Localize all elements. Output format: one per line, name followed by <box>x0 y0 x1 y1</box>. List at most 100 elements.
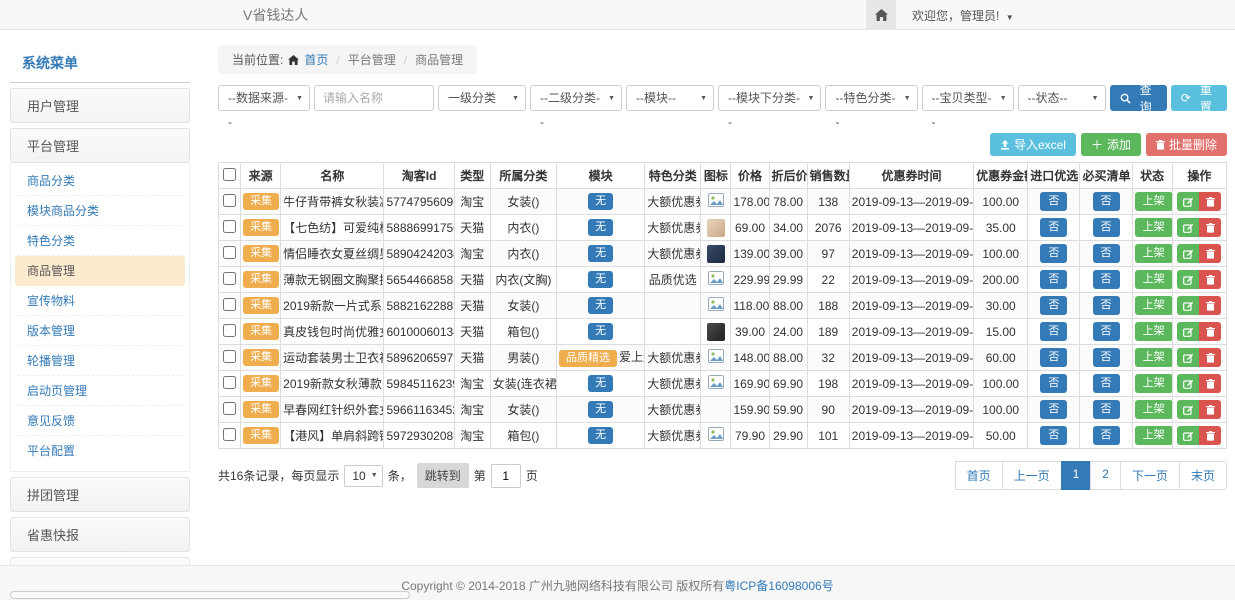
must-buy-toggle[interactable]: 否 <box>1093 426 1120 445</box>
row-checkbox[interactable] <box>223 194 236 207</box>
must-buy-toggle[interactable]: 否 <box>1093 348 1120 367</box>
sidebar-submenu-item[interactable]: 版本管理 <box>15 316 185 346</box>
status-button[interactable]: 上架 <box>1135 426 1173 445</box>
delete-button[interactable] <box>1199 244 1221 263</box>
edit-button[interactable] <box>1177 426 1199 445</box>
sidebar-menu-item[interactable]: 用户管理 <box>10 88 190 123</box>
edit-button[interactable] <box>1177 348 1199 367</box>
must-buy-toggle[interactable]: 否 <box>1093 244 1120 263</box>
delete-button[interactable] <box>1199 270 1221 289</box>
page-number-input[interactable] <box>491 464 521 488</box>
import-select-toggle[interactable]: 否 <box>1040 348 1067 367</box>
sidebar-submenu-item[interactable]: 宣传物料 <box>15 286 185 316</box>
filter-data-source-select[interactable]: --数据来源-- ▼ <box>218 85 310 111</box>
filter-select[interactable]: --模块下分类-- ▼ <box>718 85 821 111</box>
row-checkbox[interactable] <box>223 324 236 337</box>
select-all-checkbox[interactable] <box>223 168 236 181</box>
icp-link[interactable]: 粤ICP备16098006号 <box>724 579 833 593</box>
sidebar-menu-item[interactable]: 省惠快报 <box>10 517 190 552</box>
edit-button[interactable] <box>1177 322 1199 341</box>
must-buy-toggle[interactable]: 否 <box>1093 296 1120 315</box>
row-checkbox[interactable] <box>223 220 236 233</box>
edit-button[interactable] <box>1177 192 1199 211</box>
status-button[interactable]: 上架 <box>1135 322 1173 341</box>
edit-button[interactable] <box>1177 400 1199 419</box>
delete-button[interactable] <box>1199 426 1221 445</box>
edit-button[interactable] <box>1177 296 1199 315</box>
user-menu[interactable]: 欢迎您，管理员! ▼ <box>912 7 1014 24</box>
must-buy-toggle[interactable]: 否 <box>1093 192 1120 211</box>
filter-select[interactable]: --特色分类-- ▼ <box>825 85 917 111</box>
import-select-toggle[interactable]: 否 <box>1040 192 1067 211</box>
filter-select[interactable]: 一级分类 ▼ <box>438 85 526 111</box>
status-button[interactable]: 上架 <box>1135 244 1173 263</box>
import-select-toggle[interactable]: 否 <box>1040 244 1067 263</box>
import-select-toggle[interactable]: 否 <box>1040 400 1067 419</box>
delete-button[interactable] <box>1199 192 1221 211</box>
must-buy-toggle[interactable]: 否 <box>1093 400 1120 419</box>
filter-select[interactable]: --状态-- ▼ <box>1018 85 1106 111</box>
import-select-toggle[interactable]: 否 <box>1040 322 1067 341</box>
delete-button[interactable] <box>1199 218 1221 237</box>
must-buy-toggle[interactable]: 否 <box>1093 218 1120 237</box>
breadcrumb-home-link[interactable]: 首页 <box>304 51 328 68</box>
row-checkbox[interactable] <box>223 272 236 285</box>
pagination-button[interactable]: 下一页 <box>1120 461 1180 490</box>
import-excel-button[interactable]: 导入excel <box>990 133 1076 156</box>
row-checkbox[interactable] <box>223 428 236 441</box>
must-buy-toggle[interactable]: 否 <box>1093 374 1120 393</box>
delete-button[interactable] <box>1199 322 1221 341</box>
delete-button[interactable] <box>1199 400 1221 419</box>
import-select-toggle[interactable]: 否 <box>1040 218 1067 237</box>
edit-button[interactable] <box>1177 244 1199 263</box>
pagination-button[interactable]: 1 <box>1061 461 1092 490</box>
row-checkbox[interactable] <box>223 298 236 311</box>
delete-button[interactable] <box>1199 348 1221 367</box>
pagination-button[interactable]: 首页 <box>955 461 1003 490</box>
sidebar-submenu-item[interactable]: 轮播管理 <box>15 346 185 376</box>
edit-button[interactable] <box>1177 218 1199 237</box>
edit-button[interactable] <box>1177 374 1199 393</box>
reset-button[interactable]: ⟳ 重置 <box>1171 85 1227 111</box>
import-select-toggle[interactable]: 否 <box>1040 270 1067 289</box>
pagination-button[interactable]: 2 <box>1090 461 1121 490</box>
import-select-toggle[interactable]: 否 <box>1040 426 1067 445</box>
row-checkbox[interactable] <box>223 350 236 363</box>
filter-select[interactable]: --宝贝类型-- ▼ <box>922 85 1014 111</box>
pagination-button[interactable]: 上一页 <box>1002 461 1062 490</box>
sidebar-submenu-item[interactable]: 意见反馈 <box>15 406 185 436</box>
status-button[interactable]: 上架 <box>1135 296 1173 315</box>
must-buy-toggle[interactable]: 否 <box>1093 270 1120 289</box>
import-select-toggle[interactable]: 否 <box>1040 374 1067 393</box>
sidebar-submenu-item[interactable]: 平台配置 <box>15 436 185 465</box>
filter-select[interactable]: --模块-- ▼ <box>626 85 714 111</box>
row-checkbox[interactable] <box>223 246 236 259</box>
import-select-toggle[interactable]: 否 <box>1040 296 1067 315</box>
status-button[interactable]: 上架 <box>1135 270 1173 289</box>
status-button[interactable]: 上架 <box>1135 374 1173 393</box>
row-checkbox[interactable] <box>223 402 236 415</box>
status-button[interactable]: 上架 <box>1135 192 1173 211</box>
jump-button[interactable]: 跳转到 <box>417 463 469 488</box>
search-button[interactable]: 查询 <box>1110 85 1167 111</box>
sidebar-submenu-item[interactable]: 特色分类 <box>15 226 185 256</box>
sidebar-submenu-item[interactable]: 启动页管理 <box>15 376 185 406</box>
status-button[interactable]: 上架 <box>1135 218 1173 237</box>
sidebar-menu-item[interactable]: 拼团管理 <box>10 477 190 512</box>
pagination-button[interactable]: 末页 <box>1179 461 1227 490</box>
row-checkbox[interactable] <box>223 376 236 389</box>
add-button[interactable]: ＋ 添加 <box>1081 133 1141 156</box>
delete-button[interactable] <box>1199 374 1221 393</box>
sidebar-submenu-item[interactable]: 模块商品分类 <box>15 196 185 226</box>
edit-button[interactable] <box>1177 270 1199 289</box>
name-search-input[interactable] <box>314 85 434 111</box>
horizontal-scrollbar[interactable] <box>10 591 410 599</box>
filter-select[interactable]: --二级分类-- ▼ <box>530 85 622 111</box>
per-page-select[interactable]: 10 ▼ <box>344 465 382 487</box>
sidebar-submenu-item[interactable]: 商品管理 <box>15 256 185 286</box>
home-button[interactable] <box>866 0 896 30</box>
must-buy-toggle[interactable]: 否 <box>1093 322 1120 341</box>
sidebar-submenu-item[interactable]: 商品分类 <box>15 166 185 196</box>
status-button[interactable]: 上架 <box>1135 348 1173 367</box>
batch-delete-button[interactable]: 批量删除 <box>1146 133 1227 156</box>
